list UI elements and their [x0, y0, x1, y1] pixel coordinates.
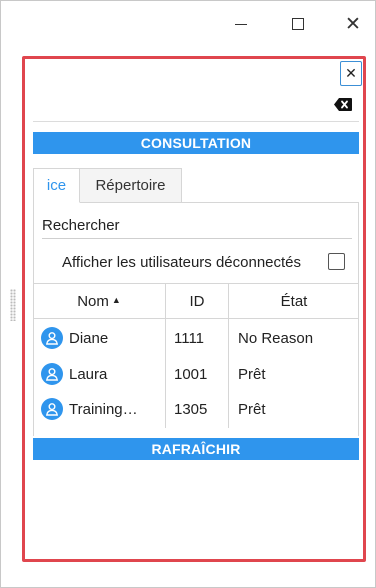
row-id: 1001 — [174, 365, 208, 383]
row-name: Diane — [69, 329, 109, 347]
row-state: Prêt — [238, 400, 266, 418]
table-row[interactable]: Diane 1111 No Reason — [33, 320, 359, 356]
refresh-button[interactable]: RAFRAÎCHIR — [33, 438, 359, 460]
column-header-etat[interactable]: État — [229, 284, 359, 318]
maximize-icon — [292, 18, 304, 30]
row-name: Training… — [69, 400, 138, 418]
consultation-label: CONSULTATION — [140, 135, 252, 151]
row-state: No Reason — [238, 329, 314, 347]
table-row[interactable]: Laura 1001 Prêt — [33, 356, 359, 392]
tab-repertoire-label: Répertoire — [95, 177, 166, 194]
column-header-id-label: ID — [189, 292, 205, 310]
show-disconnected-label: Afficher les utilisateurs déconnectés — [62, 254, 302, 271]
tab-ice-label: ice — [46, 177, 67, 194]
panel-close-button[interactable]: ✕ — [340, 61, 362, 86]
tab-bar: ice Répertoire — [33, 168, 359, 203]
row-id: 1111 — [174, 329, 205, 347]
tab-ice[interactable]: ice — [33, 168, 80, 203]
header-divider — [33, 121, 359, 122]
table-row[interactable]: Training… 1305 Prêt — [33, 391, 359, 427]
column-header-id[interactable]: ID — [166, 284, 228, 318]
resize-grip[interactable] — [10, 289, 16, 321]
backspace-icon[interactable] — [334, 98, 352, 111]
tab-repertoire[interactable]: Répertoire — [80, 168, 182, 202]
user-icon — [41, 327, 63, 349]
user-icon — [41, 363, 63, 385]
minimize-icon — [235, 23, 247, 25]
title-bar: ✕ — [0, 0, 376, 48]
column-header-etat-label: État — [280, 292, 308, 310]
row-name: Laura — [69, 365, 108, 383]
window-close-icon: ✕ — [345, 12, 361, 35]
window-close-button[interactable]: ✕ — [330, 6, 376, 42]
maximize-button[interactable] — [275, 6, 321, 42]
column-header-nom-label: Nom — [77, 292, 109, 310]
search-input[interactable] — [42, 212, 352, 239]
minimize-button[interactable] — [218, 6, 264, 42]
show-disconnected-checkbox[interactable] — [328, 253, 345, 270]
refresh-label: RAFRAÎCHIR — [151, 441, 241, 457]
row-id: 1305 — [174, 400, 208, 418]
close-icon: ✕ — [345, 65, 357, 82]
user-icon — [41, 398, 63, 420]
consultation-button[interactable]: CONSULTATION — [33, 132, 359, 154]
sort-ascending-icon: ▲ — [111, 295, 121, 305]
table-header-divider — [33, 318, 359, 319]
row-state: Prêt — [238, 365, 266, 383]
column-header-nom[interactable]: Nom ▲ — [33, 284, 165, 318]
